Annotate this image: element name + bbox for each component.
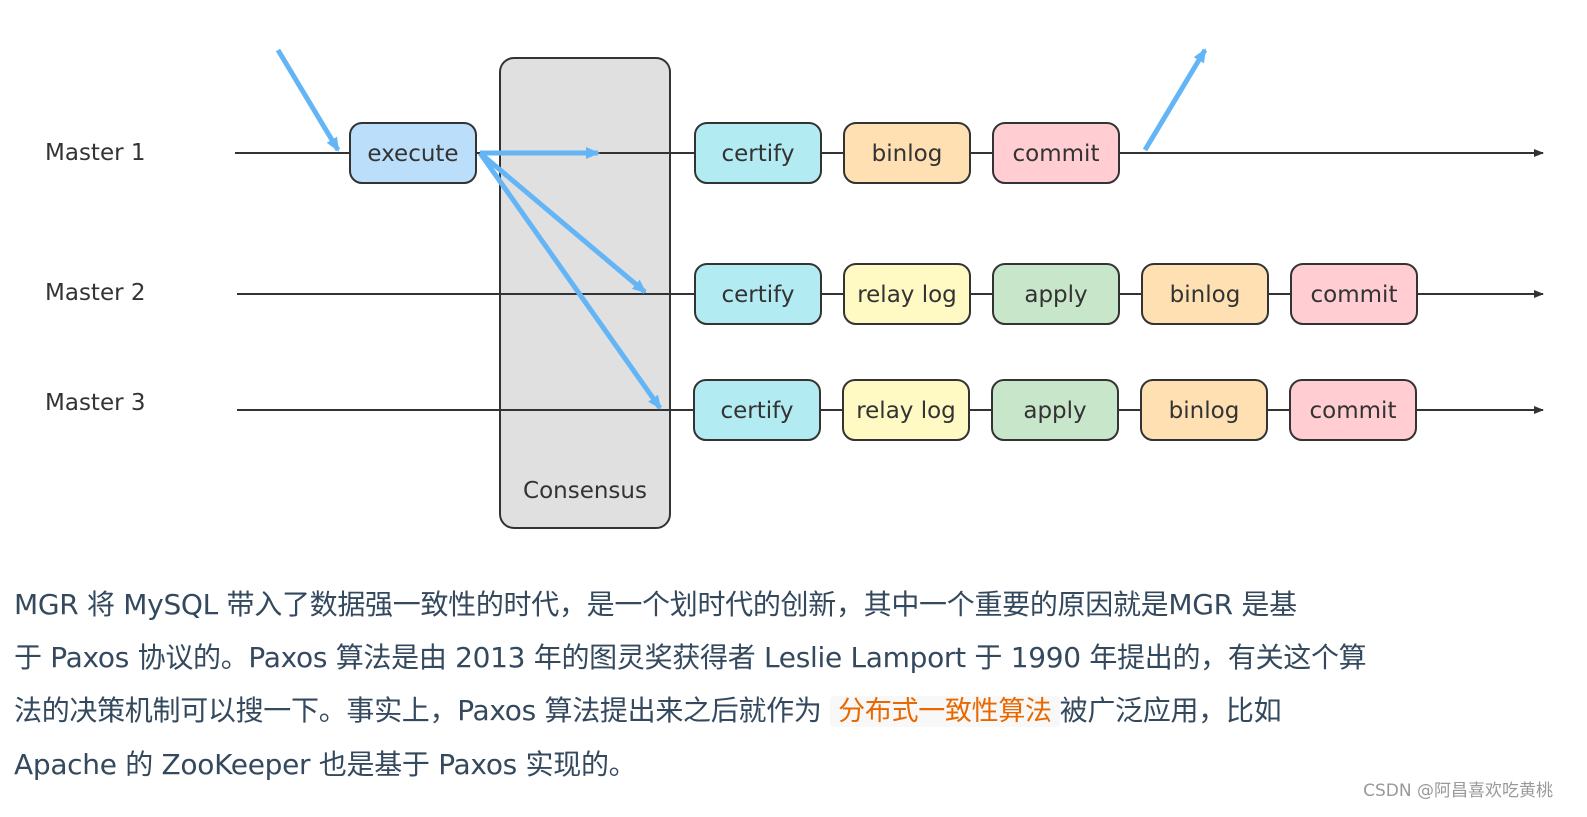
text: 被广泛应用，比如 [1059,694,1282,727]
binlog-box: binlog [1141,263,1269,325]
apply-box: apply [992,263,1120,325]
step-label: relay log [857,282,957,308]
certify-box: certify [693,379,821,441]
relay-log-box: relay log [842,379,970,441]
step-label: apply [1024,282,1087,308]
commit-box: commit [1290,263,1418,325]
mgr-flow-diagram: Consensus execute certify binlog commit cert… [45,48,1544,529]
step-label: binlog [872,141,943,167]
paragraph-line: MGR 将 MySQL 带入了数据强一致性的时代，是一个划时代的创新，其中一个重… [14,588,1297,621]
step-label: binlog [1170,282,1241,308]
step-label: certify [721,398,794,424]
binlog-box: binlog [1140,379,1268,441]
text: 法的决策机制可以搜一下。事实上，Paxos 算法提出来之后就作为 [14,694,831,727]
paragraph-line: Apache 的 ZooKeeper 也是基于 Paxos 实现的。 [14,748,637,781]
master-3-label: Master 3 [45,390,146,416]
commit-box: commit [992,122,1120,184]
watermark: CSDN @阿昌喜欢吃黄桃 [1363,781,1553,801]
apply-box: apply [991,379,1119,441]
step-label: certify [722,282,795,308]
paragraph-line: 法的决策机制可以搜一下。事实上，Paxos 算法提出来之后就作为 分布式一致性算… [14,684,1574,738]
step-label: execute [367,141,458,167]
step-label: certify [722,141,795,167]
step-label: commit [1310,398,1397,424]
incoming-arrow [275,48,341,152]
step-label: relay log [856,398,956,424]
consensus-label: Consensus [523,478,647,504]
execute-box: execute [349,122,477,184]
paragraph-line: 于 Paxos 协议的。Paxos 算法是由 2013 年的图灵奖获得者 Les… [14,641,1367,674]
certify-box: certify [694,122,822,184]
master-2-label: Master 2 [45,280,146,306]
binlog-box: binlog [843,122,971,184]
certify-box: certify [694,263,822,325]
step-label: commit [1311,282,1398,308]
relay-log-box: relay log [843,263,971,325]
article-paragraph: MGR 将 MySQL 带入了数据强一致性的时代，是一个划时代的创新，其中一个重… [14,578,1574,791]
step-label: binlog [1169,398,1240,424]
step-label: commit [1013,141,1100,167]
inline-code: 分布式一致性算法 [830,696,1060,727]
outgoing-arrow [1142,48,1208,152]
step-label: apply [1023,398,1086,424]
master-1-label: Master 1 [45,140,146,166]
commit-box: commit [1289,379,1417,441]
